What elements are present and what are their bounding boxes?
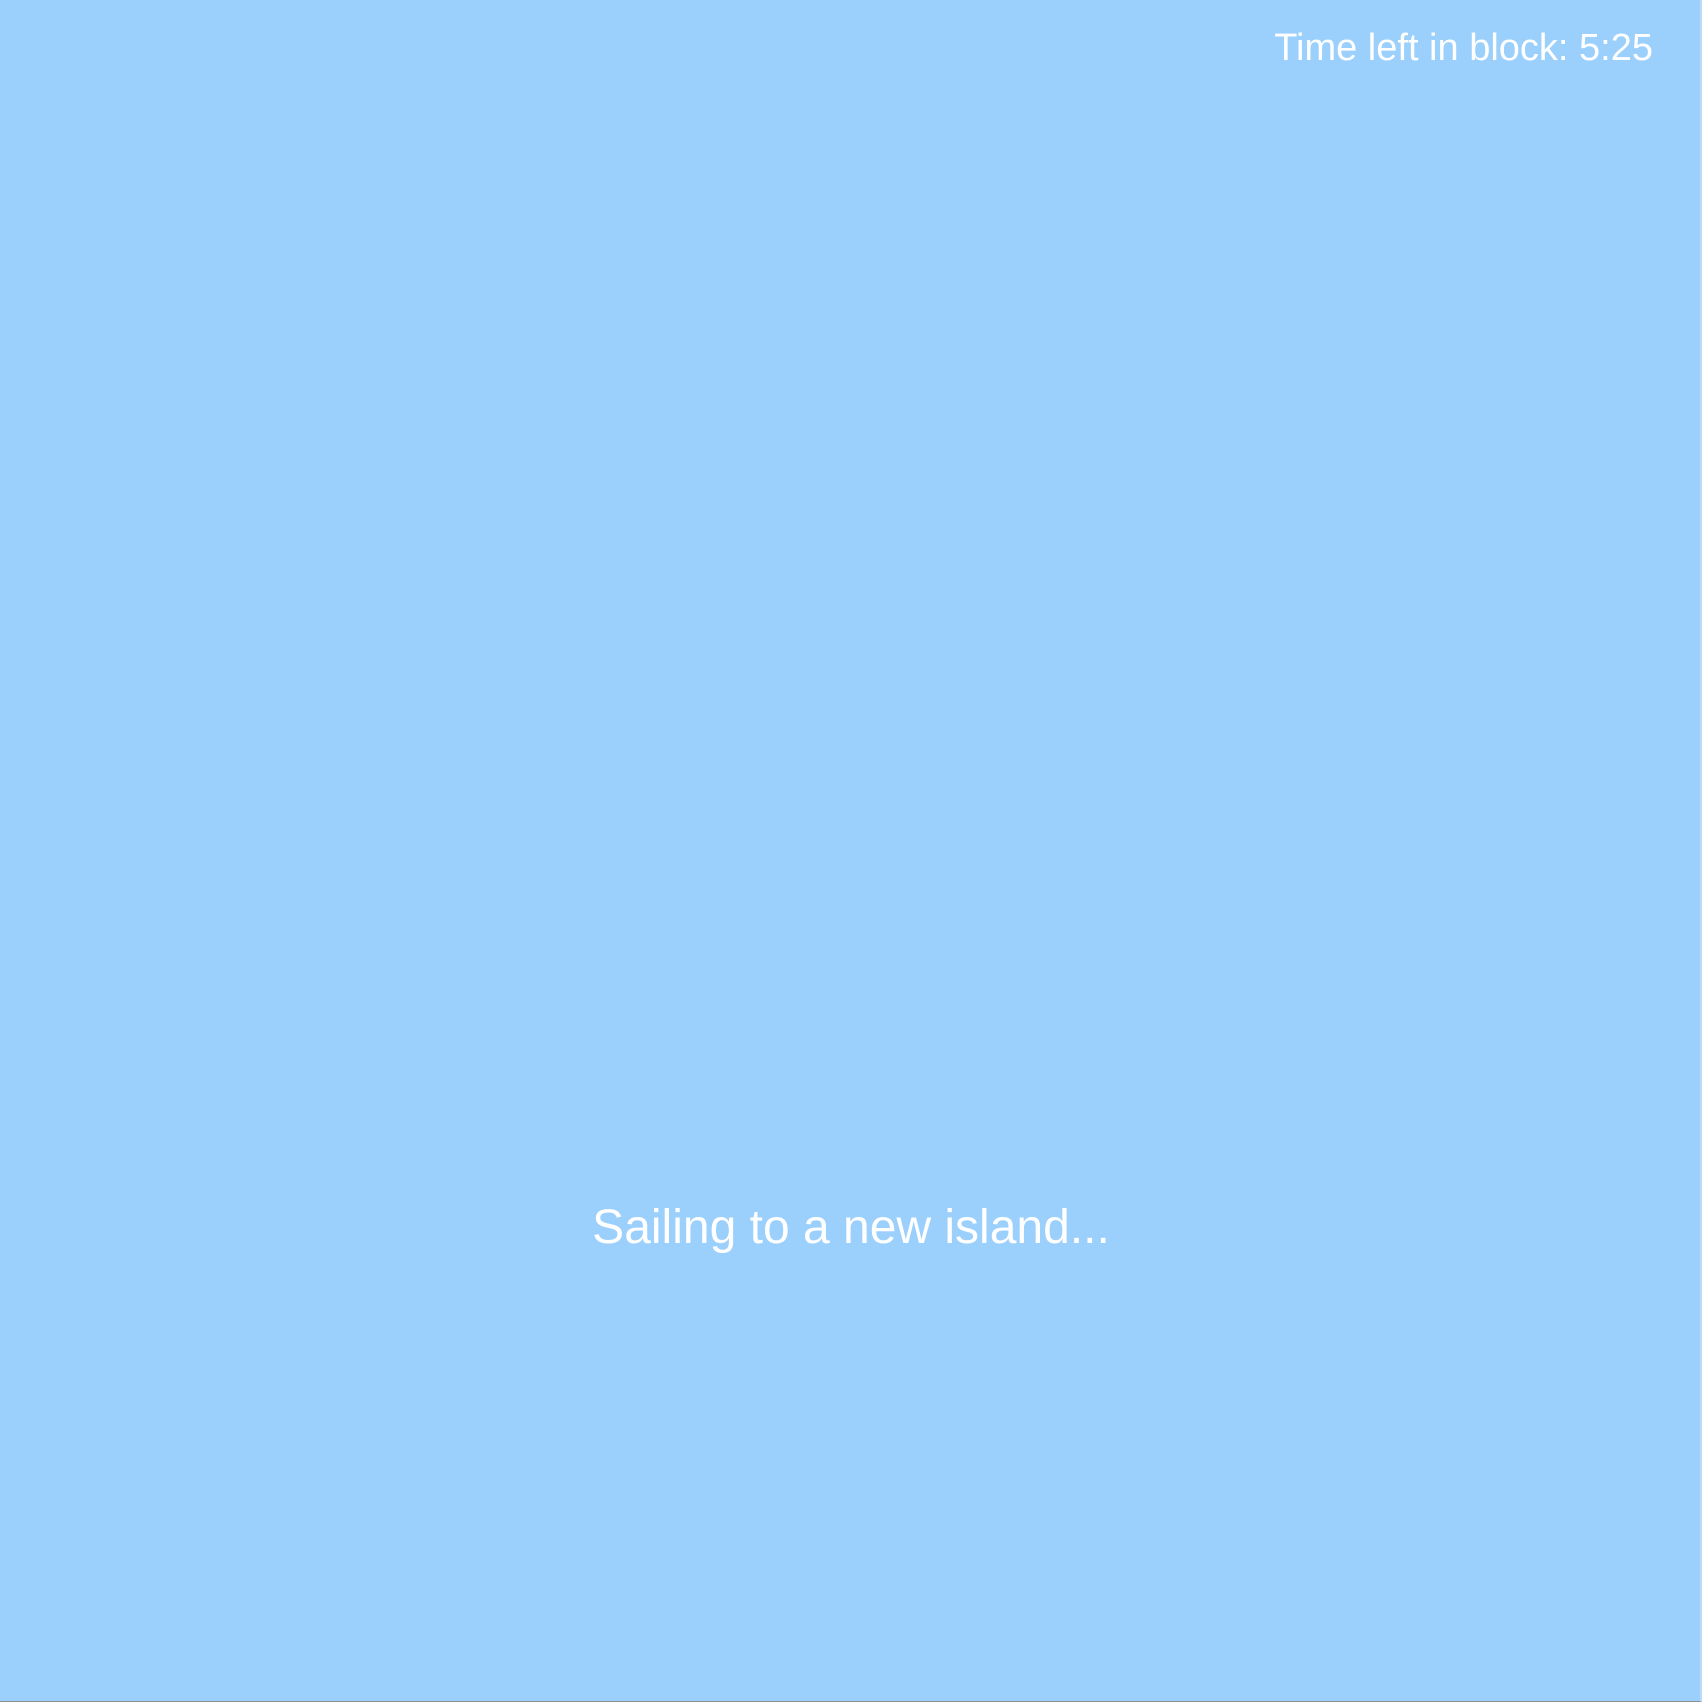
game-screen: Time left in block: 5:25 Sailing to a ne… xyxy=(0,0,1702,1703)
timer-value: 5:25 xyxy=(1579,27,1653,69)
sailing-status-message: Sailing to a new island... xyxy=(592,1201,1110,1254)
timer-label: Time left in block: xyxy=(1274,27,1569,69)
block-timer: Time left in block: 5:25 xyxy=(1274,26,1653,70)
sea-background: Time left in block: 5:25 Sailing to a ne… xyxy=(0,0,1702,1702)
